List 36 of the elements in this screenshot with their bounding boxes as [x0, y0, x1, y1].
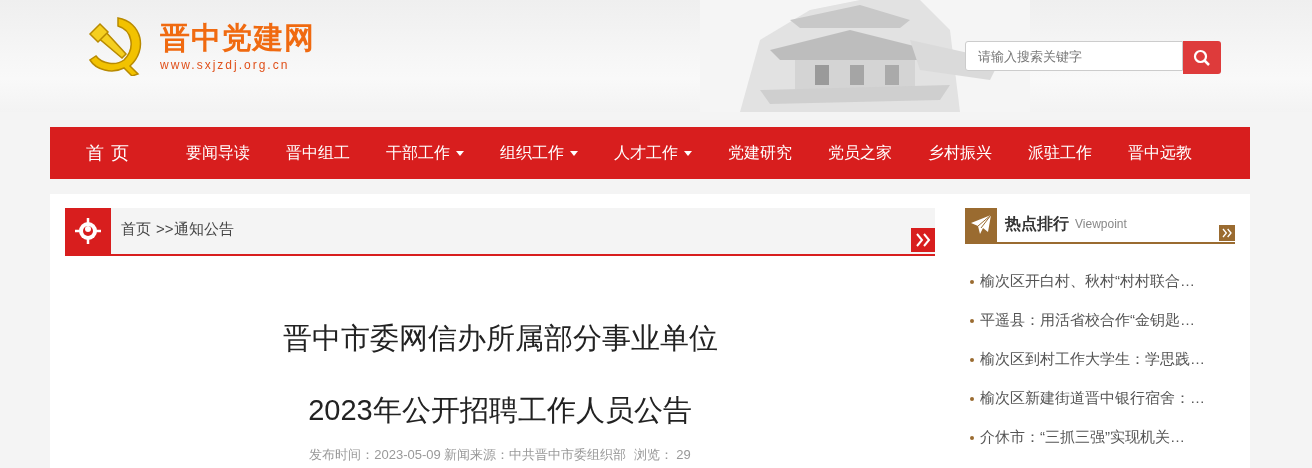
nav-link[interactable]: 晋中远教 [1110, 127, 1210, 179]
double-chevron-icon[interactable] [911, 228, 935, 252]
nav-link[interactable]: 乡村振兴 [910, 127, 1010, 179]
bullet-icon [970, 279, 974, 284]
breadcrumb-current: 通知公告 [173, 220, 234, 239]
paper-plane-icon [970, 214, 992, 236]
news-link[interactable]: 榆次区开白村、秋村“村村联合… [980, 272, 1195, 291]
nav-link[interactable]: 派驻工作 [1010, 127, 1110, 179]
breadcrumb-separator: >> [156, 220, 174, 239]
section-title: 热点排行 [1005, 214, 1069, 234]
nav-link[interactable]: 党建研究 [710, 127, 810, 179]
nav-link[interactable]: 晋中组工 [268, 127, 368, 179]
search-button[interactable] [1183, 41, 1221, 74]
search-icon [1193, 48, 1211, 67]
article-meta: 发布时间：2023-05-09 新闻来源：中共晋中市委组织部 浏览： 29 [308, 446, 692, 464]
site-name: 晋中党建网 [160, 20, 315, 56]
nav-link[interactable]: 人才工作 [596, 127, 710, 179]
bullet-icon [970, 318, 974, 323]
nav-link[interactable]: 党员之家 [810, 127, 910, 179]
search-field[interactable]: 请输入搜索关键字 [965, 41, 1183, 71]
bullet-icon [970, 396, 974, 401]
bullet-icon [970, 435, 974, 440]
nav-link[interactable]: 组织工作 [482, 127, 596, 179]
double-chevron-icon[interactable] [1219, 225, 1235, 241]
section-subtitle: Viewpoint [1075, 217, 1127, 233]
nav-link[interactable]: 要闻导读 [168, 127, 268, 179]
news-link[interactable]: 平遥县：用活省校合作“金钥匙… [980, 311, 1195, 330]
bullet-icon [970, 357, 974, 362]
article-title: 晋中市委网信办所属部分事业单位 2023年公开招聘工作人员公告 [281, 321, 719, 428]
news-link[interactable]: 榆次区到村工作大学生：学思践… [980, 350, 1205, 369]
home-link[interactable]: 首 页 [70, 127, 168, 179]
nav-link[interactable]: 干部工作 [368, 127, 482, 179]
news-link[interactable]: 介休市：“三抓三强”实现机关… [980, 428, 1185, 447]
news-link[interactable]: 榆次区新建街道晋中银行宿舍：… [980, 389, 1205, 408]
site-url: www.sxjzdj.org.cn [160, 58, 291, 72]
breadcrumb-link[interactable]: 首页 [121, 220, 151, 242]
